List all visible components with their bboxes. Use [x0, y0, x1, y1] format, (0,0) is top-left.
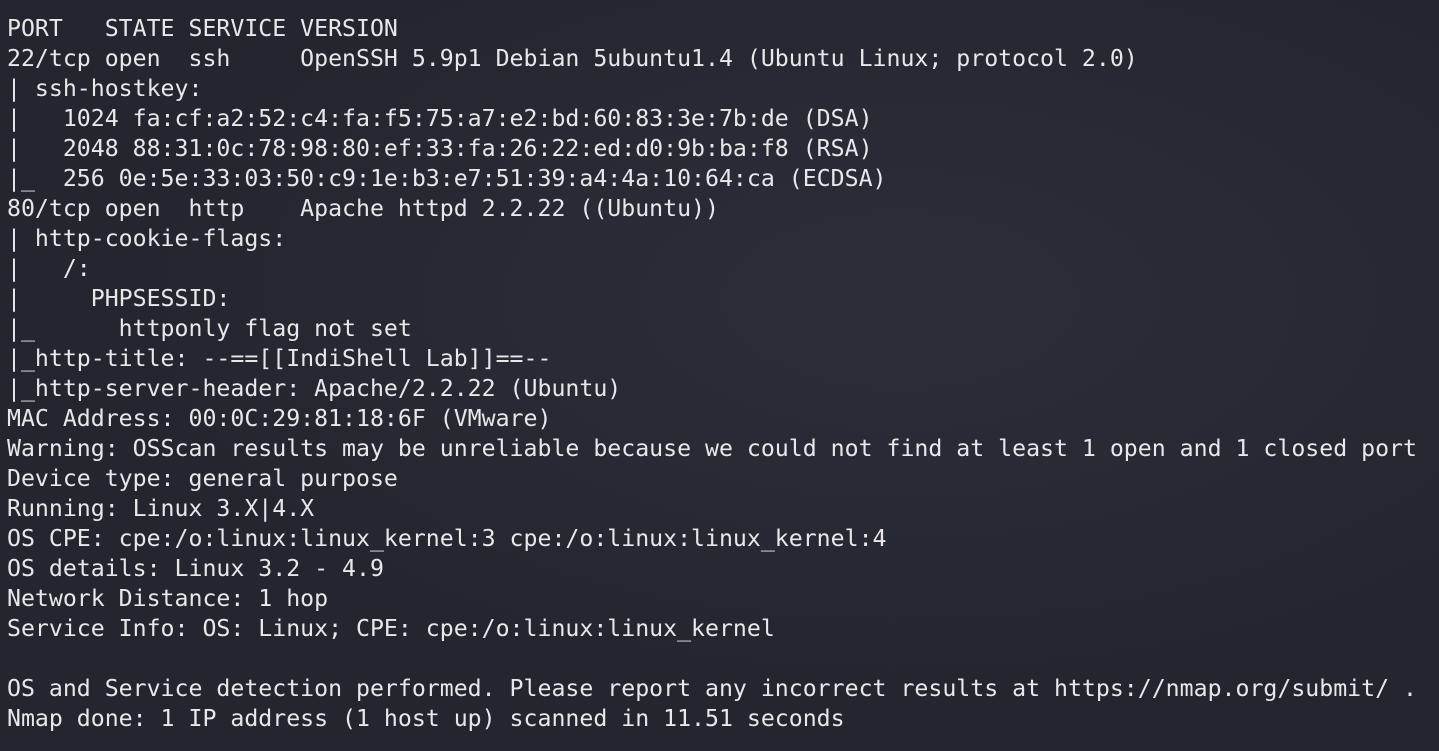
terminal-line: Nmap done: 1 IP address (1 host up) scan…: [7, 705, 845, 732]
terminal-output[interactable]: PORT STATE SERVICE VERSION 22/tcp open ss…: [7, 14, 1417, 734]
terminal-line: Service Info: OS: Linux; CPE: cpe:/o:lin…: [7, 615, 775, 642]
terminal-line: Running: Linux 3.X|4.X: [7, 495, 315, 522]
terminal-line: | ssh-hostkey:: [7, 75, 217, 102]
terminal-line: PORT STATE SERVICE VERSION: [7, 15, 398, 42]
terminal-line: |_http-server-header: Apache/2.2.22 (Ubu…: [7, 375, 622, 402]
terminal-line: OS and Service detection performed. Plea…: [7, 675, 1417, 702]
terminal-line: | /:: [7, 255, 105, 282]
terminal-line: |_http-title: --==[[IndiShell Lab]]==--: [7, 345, 552, 372]
terminal-line: | 1024 fa:cf:a2:52:c4:fa:f5:75:a7:e2:bd:…: [7, 105, 873, 132]
terminal-line: OS details: Linux 3.2 - 4.9: [7, 555, 384, 582]
terminal-line: | http-cookie-flags:: [7, 225, 301, 252]
terminal-line: 22/tcp open ssh OpenSSH 5.9p1 Debian 5ub…: [7, 45, 1138, 72]
terminal-window: { "terminal": { "lines": [ "PORT STATE S…: [0, 0, 1439, 751]
terminal-line: | 2048 88:31:0c:78:98:80:ef:33:fa:26:22:…: [7, 135, 873, 162]
terminal-line: Warning: OSScan results may be unreliabl…: [7, 435, 1417, 462]
terminal-line: |_ httponly flag not set: [7, 315, 412, 342]
terminal-line: | PHPSESSID:: [7, 285, 245, 312]
terminal-line: Device type: general purpose: [7, 465, 398, 492]
terminal-line: OS CPE: cpe:/o:linux:linux_kernel:3 cpe:…: [7, 525, 887, 552]
terminal-line: |_ 256 0e:5e:33:03:50:c9:1e:b3:e7:51:39:…: [7, 165, 887, 192]
terminal-line: 80/tcp open http Apache httpd 2.2.22 ((U…: [7, 195, 719, 222]
terminal-line: Network Distance: 1 hop: [7, 585, 329, 612]
terminal-line: MAC Address: 00:0C:29:81:18:6F (VMware): [7, 405, 552, 432]
